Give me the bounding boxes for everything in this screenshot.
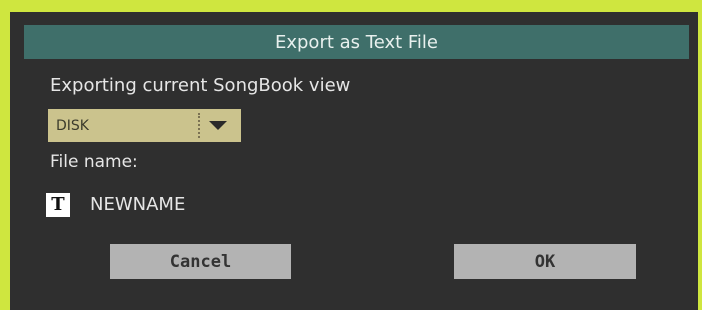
ok-button[interactable]: OK: [454, 244, 636, 279]
destination-value: DISK: [56, 117, 89, 134]
export-dialog: Export as Text File Exporting current So…: [10, 12, 698, 310]
file-name-label: File name:: [50, 152, 138, 172]
dialog-title: Export as Text File: [24, 25, 689, 59]
cancel-button[interactable]: Cancel: [110, 244, 291, 279]
chevron-down-icon[interactable]: [209, 121, 227, 130]
destination-dropdown[interactable]: DISK: [48, 109, 241, 142]
text-edit-icon[interactable]: T: [46, 193, 70, 217]
dropdown-separator: [198, 113, 200, 138]
file-name-field[interactable]: NEWNAME: [90, 194, 185, 215]
dialog-subtitle: Exporting current SongBook view: [50, 75, 351, 96]
